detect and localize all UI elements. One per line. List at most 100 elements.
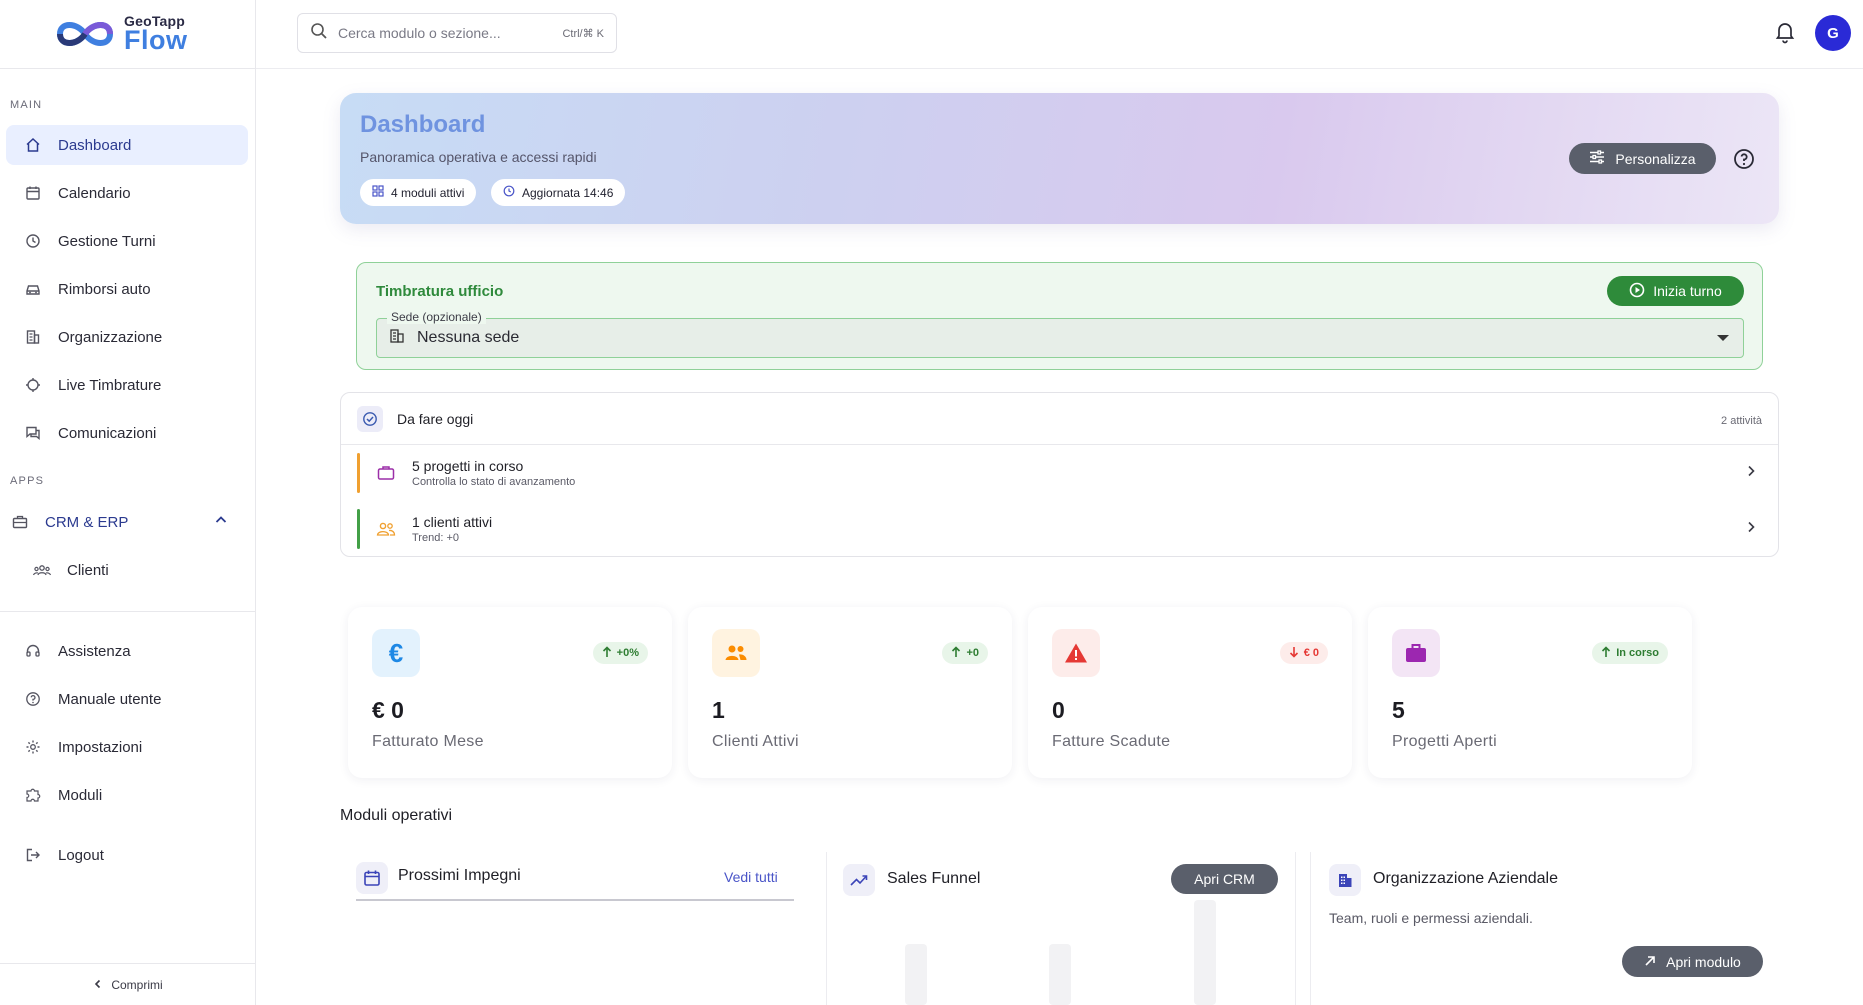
kpi-card-open-projects[interactable]: In corso 5 Progetti Aperti (1368, 607, 1692, 778)
module-title: Sales Funnel (887, 870, 981, 887)
view-all-link[interactable]: Vedi tutti (724, 869, 778, 885)
kpi-label: Fatturato Mese (372, 733, 484, 750)
nav-section-main: MAIN (10, 99, 43, 111)
building-icon (389, 328, 405, 349)
sidebar-item-dashboard[interactable]: Dashboard (6, 125, 248, 165)
sidebar-group-label: CRM & ERP (45, 513, 129, 531)
kpi-label: Clienti Attivi (712, 733, 799, 750)
puzzle-icon (23, 785, 43, 805)
sidebar-item-moduli[interactable]: Moduli (6, 775, 248, 815)
chevron-up-icon[interactable] (214, 513, 228, 531)
customize-button[interactable]: Personalizza (1569, 143, 1716, 174)
chat-icon (23, 423, 43, 443)
sidebar-item-label: Manuale utente (58, 690, 162, 708)
gear-icon (23, 737, 43, 757)
euro-icon: € (372, 629, 420, 677)
customize-label: Personalizza (1615, 150, 1696, 167)
calendar-icon (356, 862, 388, 894)
sidebar-item-gestione-turni[interactable]: Gestione Turni (6, 221, 248, 261)
sales-funnel-module: Sales Funnel Apri CRM (826, 852, 1296, 1005)
modules-count-chip: 4 moduli attivi (360, 179, 477, 206)
location-select[interactable]: Sede (opzionale) Nessuna sede (376, 310, 1744, 358)
page-subtitle: Panoramica operativa e accessi rapidi (360, 149, 597, 165)
sidebar-item-manuale-utente[interactable]: Manuale utente (6, 679, 248, 719)
open-crm-button[interactable]: Apri CRM (1171, 864, 1278, 894)
headset-icon (23, 641, 43, 661)
module-title: Prossimi Impegni (398, 867, 521, 884)
arrow-up-right-icon (1644, 954, 1656, 970)
building-icon (23, 327, 43, 347)
open-module-button[interactable]: Apri modulo (1622, 946, 1763, 977)
collapse-sidebar-button[interactable]: Comprimi (0, 963, 256, 1005)
brand-logo[interactable]: GeoTapp Flow (0, 0, 255, 69)
brand-name-bottom: Flow (124, 25, 188, 55)
search-placeholder: Cerca modulo o sezione... (338, 25, 501, 41)
kpi-card-active-clients[interactable]: +0 1 Clienti Attivi (688, 607, 1012, 778)
search-input[interactable]: Cerca modulo o sezione... Ctrl/⌘ K (297, 13, 617, 53)
today-tasks-header: Da fare oggi 2 attività (341, 393, 1778, 445)
calendar-icon (23, 183, 43, 203)
sidebar-item-live-timbrature[interactable]: Live Timbrature (6, 365, 248, 405)
sidebar-item-logout[interactable]: Logout (6, 835, 248, 875)
kpi-value: 0 (1052, 697, 1065, 723)
search-icon (310, 22, 328, 45)
trend-badge-label: € 0 (1303, 647, 1319, 659)
task-row-projects[interactable]: 5 progetti in corso Controlla lo stato d… (357, 452, 1762, 494)
task-subtitle: Controlla lo stato di avanzamento (412, 476, 576, 488)
sidebar-item-comunicazioni[interactable]: Comunicazioni (6, 413, 248, 453)
briefcase-icon (1392, 629, 1440, 677)
logout-icon (23, 845, 43, 865)
funnel-bar (905, 944, 927, 1005)
sidebar-item-rimborsi-auto[interactable]: Rimborsi auto (6, 269, 248, 309)
sidebar-group-crm-erp[interactable]: CRM & ERP (0, 502, 242, 542)
company-organization-module: Organizzazione Aziendale Team, ruoli e p… (1310, 852, 1780, 1005)
clock-icon (23, 231, 43, 251)
check-circle-icon (357, 405, 383, 432)
sidebar-item-label: Calendario (58, 184, 131, 202)
kpi-card-overdue-invoices[interactable]: € 0 0 Fatture Scadute (1028, 607, 1352, 778)
trend-badge: +0 (942, 642, 988, 664)
kpi-label: Progetti Aperti (1392, 733, 1497, 750)
bell-icon[interactable] (1775, 20, 1795, 49)
sidebar-item-label: Logout (58, 846, 104, 864)
briefcase-icon (376, 465, 396, 481)
task-accent-bar (357, 509, 360, 549)
nav-section-apps: APPS (10, 475, 45, 487)
kpi-card-revenue[interactable]: € +0% € 0 Fatturato Mese (348, 607, 672, 778)
kpi-value: 5 (1392, 697, 1405, 723)
sidebar-item-assistenza[interactable]: Assistenza (6, 631, 248, 671)
sidebar-item-clienti[interactable]: Clienti (16, 550, 242, 590)
car-icon (23, 279, 43, 299)
task-row-clients[interactable]: 1 clienti attivi Trend: +0 (357, 508, 1762, 550)
top-bar: Cerca modulo o sezione... Ctrl/⌘ K G (256, 0, 1863, 69)
warning-icon (1052, 629, 1100, 677)
module-divider (356, 899, 794, 901)
sidebar-divider (0, 611, 256, 612)
building-icon (1329, 864, 1361, 896)
trend-badge-label: +0 (966, 647, 979, 659)
sidebar-item-label: Moduli (58, 786, 103, 804)
task-subtitle: Trend: +0 (412, 532, 459, 544)
sidebar-item-label: Gestione Turni (58, 232, 156, 250)
help-icon[interactable] (1733, 148, 1755, 175)
avatar[interactable]: G (1815, 15, 1851, 51)
clock-icon (503, 185, 515, 200)
briefcase-icon (10, 512, 30, 532)
sidebar-item-label: Clienti (67, 561, 109, 579)
start-shift-button[interactable]: Inizia turno (1607, 276, 1744, 306)
sidebar-item-calendario[interactable]: Calendario (6, 173, 248, 213)
trend-badge: +0% (592, 642, 648, 664)
chevron-left-icon (93, 978, 103, 992)
updated-time-chip: Aggiornata 14:46 (491, 179, 626, 206)
modules-section-title: Moduli operativi (340, 807, 453, 824)
arrow-up-icon (602, 645, 612, 661)
collapse-label: Comprimi (111, 977, 163, 992)
kpi-value: € 0 (372, 697, 404, 723)
location-select-value: Nessuna sede (417, 329, 520, 346)
sidebar-item-impostazioni[interactable]: Impostazioni (6, 727, 248, 767)
sidebar-item-label: Impostazioni (58, 738, 143, 756)
today-tasks-title: Da fare oggi (397, 410, 474, 427)
sidebar-item-organizzazione[interactable]: Organizzazione (6, 317, 248, 357)
today-tasks-panel: Da fare oggi 2 attività 5 progetti in co… (340, 392, 1779, 557)
dropdown-arrow-icon (1717, 335, 1729, 341)
